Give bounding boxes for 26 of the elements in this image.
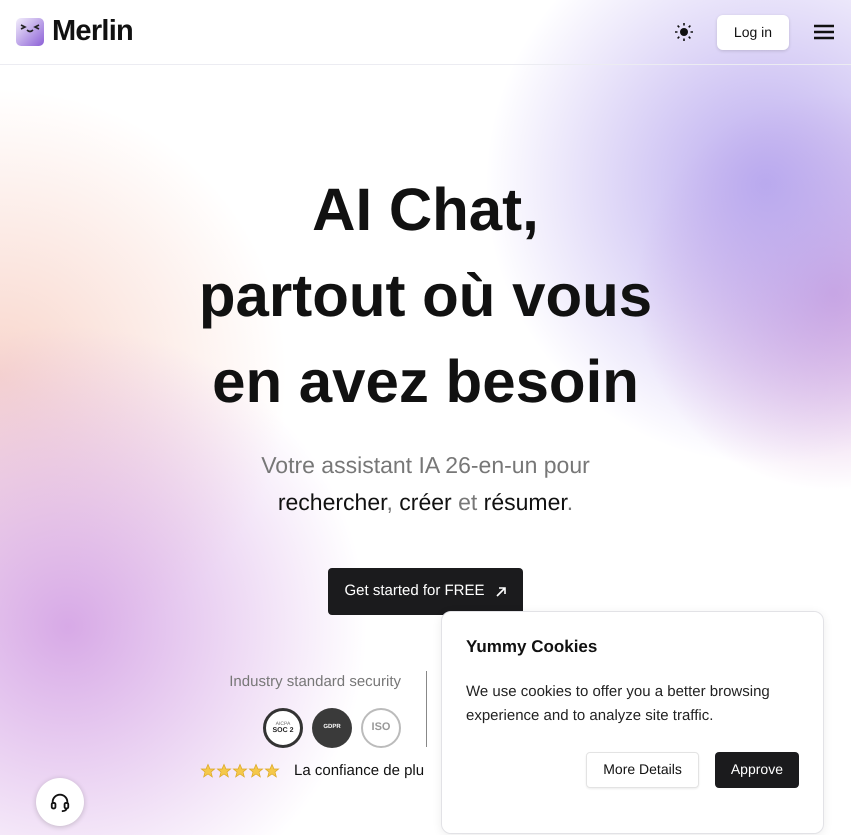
hero-subtitle: rechercher, créer et résumer. [278, 488, 574, 517]
star-icon [264, 762, 280, 779]
security-label: Industry standard security [229, 672, 401, 692]
star-icon [216, 762, 232, 779]
menu-icon[interactable] [813, 24, 835, 40]
hero-subtitle: Votre assistant IA 26-en-un pour [261, 451, 590, 480]
approve-button[interactable]: Approve [714, 752, 799, 788]
logo-icon [16, 18, 44, 46]
logo-text: Merlin [52, 14, 134, 50]
details-button[interactable]: More Details [586, 752, 699, 788]
cookie-title: Yummy Cookies [466, 636, 598, 658]
star-icon [232, 762, 248, 779]
cookie-text: We use cookies to offer you a better browsing experience and to analyze site traffic. [466, 682, 771, 726]
star-icon [200, 762, 216, 779]
get-started-button[interactable]: Get started for FREE [328, 568, 523, 615]
hero-heading: en avez besoin [212, 347, 639, 417]
headset-icon [49, 791, 71, 813]
support-button[interactable] [36, 778, 84, 826]
hero-heading: partout où vous [198, 261, 652, 331]
login-button[interactable]: Log in [717, 14, 789, 50]
sun-icon[interactable] [675, 23, 693, 41]
trust-text: La confiance de plu [294, 760, 424, 780]
hero-heading: AI Chat, [312, 175, 539, 245]
star-icon [248, 762, 264, 779]
badge-label: ISO [372, 720, 390, 736]
arrow-icon [494, 586, 507, 598]
